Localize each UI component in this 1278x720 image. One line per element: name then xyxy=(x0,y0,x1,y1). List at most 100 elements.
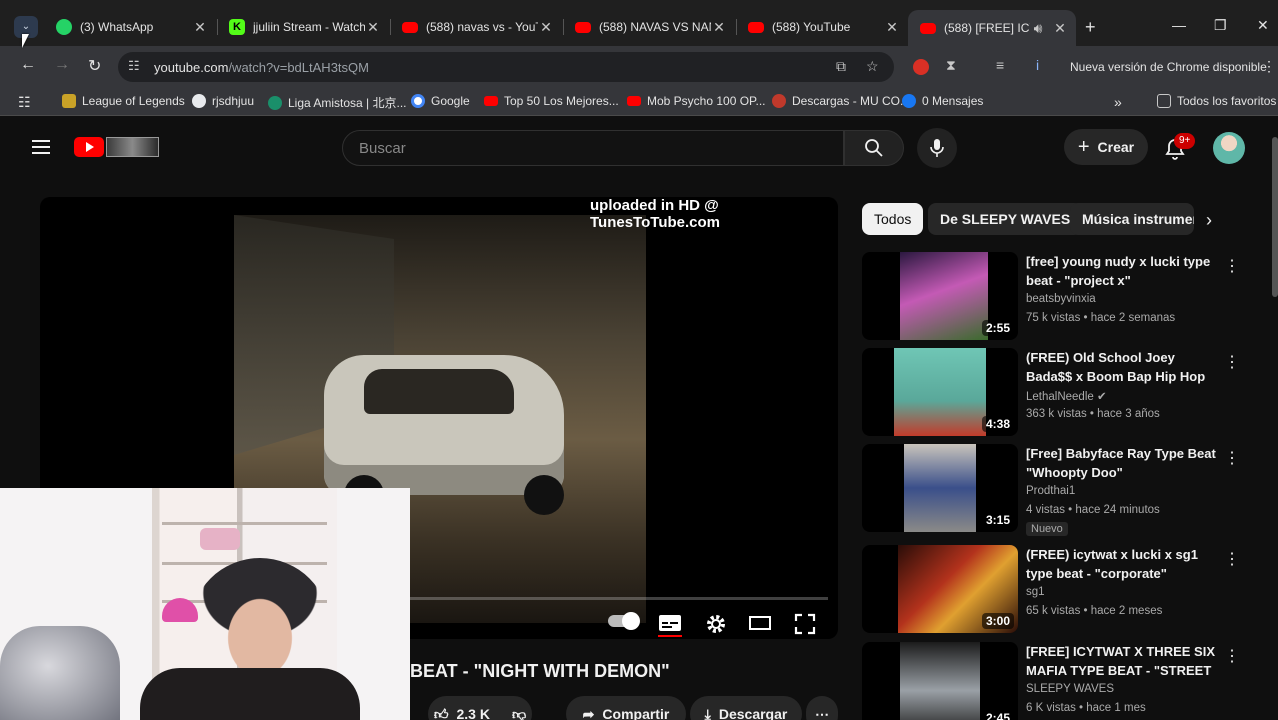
channel-name[interactable]: SLEEPY WAVES xyxy=(1026,683,1114,695)
autoplay-toggle[interactable] xyxy=(608,612,640,630)
guide-menu-icon[interactable] xyxy=(32,140,50,158)
browser-menu-icon[interactable]: ⋮ xyxy=(1262,58,1276,75)
webcam-overlay xyxy=(0,488,410,720)
channel-name[interactable]: Prodthai1 xyxy=(1026,485,1075,497)
download-label: Descargar xyxy=(718,706,788,720)
share-button[interactable]: ➦ Compartir xyxy=(566,696,686,720)
all-bookmarks-folder[interactable]: Todos los favoritos xyxy=(1157,94,1276,108)
bookmark-google[interactable]: Google xyxy=(411,94,470,108)
channel-name[interactable]: sg1 xyxy=(1026,586,1045,598)
bookmark-league-of-legends[interactable]: League of Legends xyxy=(62,94,185,108)
thumbnail[interactable]: 3:00 xyxy=(862,545,1018,633)
new-tab-button[interactable]: + xyxy=(1085,17,1096,38)
tab-youtube-home[interactable]: (588) YouTube ✕ xyxy=(736,10,908,44)
bookmark-label: Descargas - MU CO... xyxy=(792,94,911,108)
theater-mode-icon[interactable] xyxy=(748,613,772,633)
profile-info-icon[interactable]: i xyxy=(1036,57,1039,73)
restore-icon[interactable]: ❐ xyxy=(1214,17,1227,34)
forward-arrow-icon[interactable]: → xyxy=(54,56,70,74)
address-bar[interactable]: ☷ youtube.com/watch?v=bdLtAH3tsQM ⧉ ☆ xyxy=(118,52,894,82)
thumbnail[interactable]: 2:45 xyxy=(862,642,1018,720)
more-options-icon[interactable]: ⋮ xyxy=(1224,646,1240,666)
bookmark-liga-amistosa[interactable]: Liga Amistosa | 北京... xyxy=(268,94,407,111)
folder-icon xyxy=(1157,94,1171,108)
channel-name[interactable]: LethalNeedle ✔︎ xyxy=(1026,389,1107,403)
bookmarks-overflow-icon[interactable]: » xyxy=(1114,94,1122,110)
extension-red-icon[interactable] xyxy=(913,59,929,75)
thumbs-down-icon[interactable]: 👎︎ xyxy=(512,706,526,720)
site-info-icon[interactable]: ☷ xyxy=(128,58,140,74)
download-button[interactable]: ⤓ Descargar xyxy=(690,696,802,720)
tab-youtube-navas-vs-nano[interactable]: (588) NAVAS VS NANO ✕ xyxy=(563,10,735,44)
bookmark-descargas[interactable]: Descargas - MU CO... xyxy=(772,94,910,108)
settings-gear-icon[interactable] xyxy=(705,613,727,635)
bookmark-mob-psycho[interactable]: Mob Psycho 100 OP... xyxy=(627,94,766,108)
plus-icon: + xyxy=(1077,135,1090,158)
youtube-logo-icon[interactable] xyxy=(74,137,104,157)
thumbnail[interactable]: 2:55 xyxy=(862,252,1018,340)
more-options-icon[interactable]: ⋮ xyxy=(1224,352,1240,372)
tab-youtube-navas[interactable]: (588) navas vs - YouTube ✕ xyxy=(390,10,562,44)
tab-kick[interactable]: K jjuliin Stream - Watch ✕ xyxy=(217,10,389,44)
tab-youtube-active[interactable]: (588) [FREE] ICYTWAT 🔊︎ ✕ xyxy=(908,10,1076,46)
bookmark-mensajes[interactable]: 0 Mensajes xyxy=(902,94,983,108)
fullscreen-icon[interactable] xyxy=(794,613,816,635)
tab-whatsapp[interactable]: (3) WhatsApp ✕ xyxy=(44,10,216,44)
subtitles-icon[interactable] xyxy=(658,613,682,633)
chip-todos[interactable]: Todos xyxy=(862,203,924,235)
chrome-update-button[interactable]: Nueva versión de Chrome disponible xyxy=(1060,53,1277,81)
globe-icon xyxy=(192,94,206,108)
create-button[interactable]: + Crear xyxy=(1064,129,1148,165)
search-button[interactable] xyxy=(844,130,904,166)
search-input[interactable] xyxy=(359,131,829,165)
minimize-icon[interactable]: — xyxy=(1172,17,1186,33)
more-actions-icon[interactable]: ⋯ xyxy=(806,696,838,720)
thumbnail[interactable]: 3:15 xyxy=(862,444,1018,532)
close-tab-icon[interactable]: ✕ xyxy=(1052,20,1068,37)
related-title: (FREE) icytwat x lucki x sg1 type beat -… xyxy=(1026,547,1198,581)
close-tab-icon[interactable]: ✕ xyxy=(711,19,727,36)
chip-musica-instrumental[interactable]: Música instrumental xyxy=(1070,203,1194,235)
extensions-puzzle-icon[interactable]: ⧗ xyxy=(946,57,956,74)
back-arrow-icon[interactable]: ← xyxy=(20,56,36,74)
audio-playing-icon[interactable]: 🔊︎ xyxy=(1030,20,1046,37)
subtitles-active-indicator xyxy=(658,635,682,637)
channel-name[interactable]: beatsbyvinxia xyxy=(1026,293,1096,305)
apps-grid-icon[interactable]: ☷ xyxy=(18,94,31,111)
wheel xyxy=(524,475,564,515)
close-window-icon[interactable]: ✕ xyxy=(1257,17,1269,34)
related-video[interactable]: 4:38 (FREE) Old School Joey Bada$$ x Boo… xyxy=(862,348,1262,438)
page-scrollbar[interactable] xyxy=(1272,137,1278,297)
avatar[interactable] xyxy=(1213,132,1245,164)
close-tab-icon[interactable]: ✕ xyxy=(365,19,381,36)
chevron-right-icon[interactable]: › xyxy=(1206,210,1212,231)
address-url[interactable]: youtube.com/watch?v=bdLtAH3tsQM xyxy=(154,60,369,75)
search-box xyxy=(342,130,844,166)
close-tab-icon[interactable]: ✕ xyxy=(884,19,900,36)
custom-logo-image[interactable] xyxy=(106,137,159,157)
install-app-icon[interactable]: ⧉ xyxy=(836,58,846,75)
video-meta: 65 k vistas • hace 2 meses xyxy=(1026,605,1163,617)
close-tab-icon[interactable]: ✕ xyxy=(192,19,208,36)
close-tab-icon[interactable]: ✕ xyxy=(538,19,554,36)
related-video[interactable]: 3:15 [Free] Babyface Ray Type Beat "Whoo… xyxy=(862,444,1262,536)
youtube-icon xyxy=(484,96,498,106)
like-button[interactable]: 👍︎ 2.3 K 👎︎ xyxy=(428,696,532,720)
more-options-icon[interactable]: ⋮ xyxy=(1224,448,1240,468)
google-icon xyxy=(411,94,425,108)
bookmarks-bar: ☷ League of Legends rjsdhjuu Liga Amisto… xyxy=(0,88,1278,116)
media-queue-icon[interactable]: ≡ xyxy=(996,57,1004,73)
bookmark-top-50[interactable]: Top 50 Los Mejores... xyxy=(484,94,619,108)
thumbnail[interactable]: 4:38 xyxy=(862,348,1018,436)
related-video[interactable]: 2:45 [FREE] ICYTWAT X THREE SIX MAFIA TY… xyxy=(862,642,1262,720)
bookmark-star-icon[interactable]: ☆ xyxy=(866,58,879,75)
chip-sleepy-waves[interactable]: De SLEEPY WAVES xyxy=(928,203,1083,235)
voice-search-button[interactable] xyxy=(917,128,957,168)
bookmark-rjsdhjuu[interactable]: rjsdhjuu xyxy=(192,94,254,108)
more-options-icon[interactable]: ⋮ xyxy=(1224,549,1240,569)
reload-icon[interactable]: ↻ xyxy=(88,56,101,76)
more-options-icon[interactable]: ⋮ xyxy=(1224,256,1240,276)
search-icon xyxy=(865,139,883,157)
related-video[interactable]: 2:55 [free] young nudy x lucki type beat… xyxy=(862,252,1262,342)
related-video[interactable]: 3:00 (FREE) icytwat x lucki x sg1 type b… xyxy=(862,545,1262,635)
